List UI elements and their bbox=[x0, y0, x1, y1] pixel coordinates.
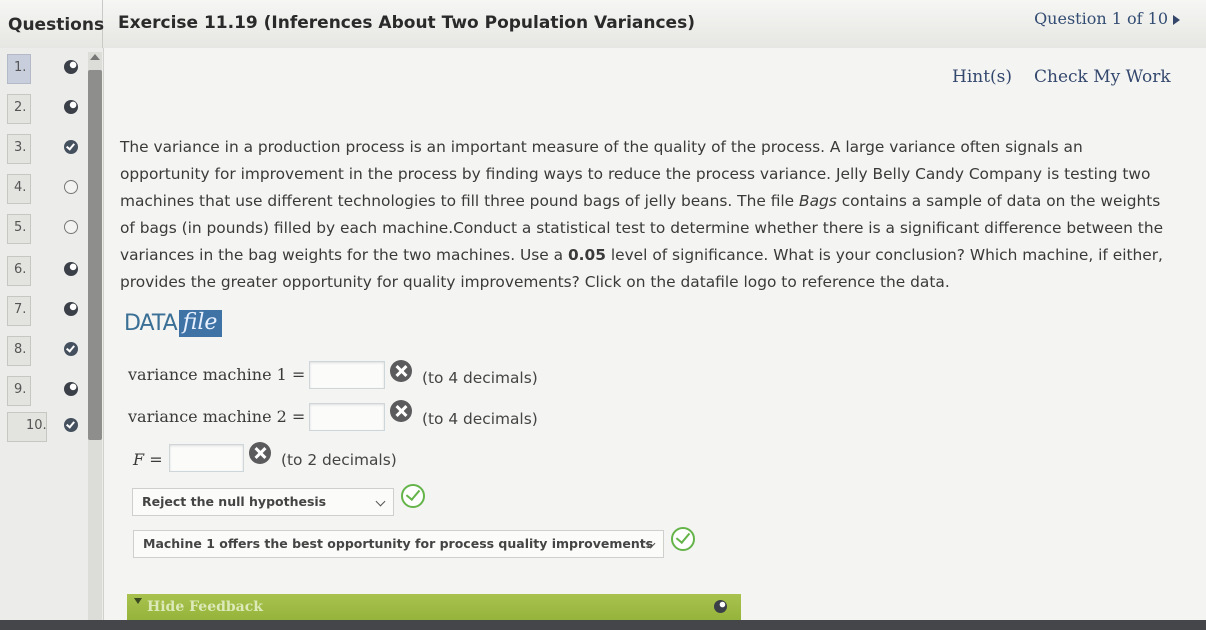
question-number: 7. bbox=[14, 302, 27, 317]
machine-select-value: Machine 1 offers the best opportunity fo… bbox=[143, 536, 654, 551]
conclusion-select[interactable]: Reject the null hypothesis bbox=[132, 488, 394, 516]
next-arrow-icon[interactable] bbox=[1173, 15, 1180, 25]
sidebar-question-item[interactable]: 3. bbox=[0, 130, 88, 170]
correct-check-icon bbox=[671, 527, 695, 551]
question-status-icon bbox=[64, 180, 78, 194]
variance-machine-2-label: variance machine 2 = bbox=[128, 407, 306, 426]
question-status-icon bbox=[64, 342, 78, 356]
sidebar-question-item[interactable]: 5. bbox=[0, 210, 88, 250]
decimals-note: (to 2 decimals) bbox=[281, 451, 397, 469]
question-number: 2. bbox=[14, 100, 27, 115]
question-number: 4. bbox=[14, 180, 27, 195]
variance-machine-2-input[interactable] bbox=[309, 403, 385, 431]
question-number: 8. bbox=[14, 342, 27, 357]
sidebar-question-item[interactable]: 9. bbox=[0, 372, 88, 412]
question-status-icon bbox=[64, 100, 78, 114]
f-symbol: F bbox=[133, 450, 145, 469]
bottom-edge bbox=[0, 620, 1206, 630]
incorrect-icon bbox=[249, 442, 271, 464]
sidebar-question-item[interactable]: 1. bbox=[0, 50, 88, 90]
sidebar-question-item[interactable]: 2. bbox=[0, 90, 88, 130]
datafile-data-label: DATA bbox=[124, 311, 178, 336]
page-title: Exercise 11.19 (Inferences About Two Pop… bbox=[118, 13, 695, 33]
question-number: 9. bbox=[14, 382, 27, 397]
question-status-icon bbox=[64, 302, 78, 316]
check-my-work-link[interactable]: Check My Work bbox=[1034, 67, 1171, 87]
f-input[interactable] bbox=[169, 444, 244, 472]
question-number: 6. bbox=[14, 262, 27, 277]
question-nav[interactable]: Question 1 of 10 bbox=[1034, 9, 1168, 28]
question-number: 3. bbox=[14, 140, 27, 155]
sidebar-question-item[interactable]: 4. bbox=[0, 170, 88, 210]
sidebar-question-item[interactable]: 6. bbox=[0, 252, 88, 292]
question-status-icon bbox=[64, 60, 78, 74]
machine-select[interactable]: Machine 1 offers the best opportunity fo… bbox=[133, 530, 664, 558]
question-number: 1. bbox=[14, 60, 27, 75]
scrollbar-thumb[interactable] bbox=[88, 70, 102, 440]
sidebar-question-item[interactable]: 7. bbox=[0, 292, 88, 332]
question-text: The variance in a production process is … bbox=[120, 134, 1175, 296]
decimals-note: (to 4 decimals) bbox=[422, 369, 538, 387]
file-name: Bags bbox=[799, 192, 837, 210]
sidebar-question-item[interactable]: 8. bbox=[0, 332, 88, 372]
triangle-down-icon bbox=[134, 598, 142, 604]
questions-tab[interactable]: Questions bbox=[0, 0, 104, 48]
datafile-file-label: file bbox=[178, 310, 223, 337]
decimals-note: (to 4 decimals) bbox=[422, 410, 538, 428]
conclusion-select-value: Reject the null hypothesis bbox=[142, 494, 327, 509]
scroll-up-icon[interactable] bbox=[90, 54, 100, 60]
datafile-logo[interactable]: DATA file bbox=[124, 310, 223, 342]
question-status-icon bbox=[64, 382, 78, 396]
correct-check-icon bbox=[401, 484, 425, 508]
question-status-icon bbox=[64, 418, 78, 432]
significance-level: 0.05 bbox=[567, 246, 606, 264]
hint-link[interactable]: Hint(s) bbox=[952, 67, 1012, 87]
top-header: Questions Exercise 11.19 (Inferences Abo… bbox=[0, 0, 1206, 49]
question-status-icon bbox=[64, 140, 78, 154]
hide-feedback-label: Hide Feedback bbox=[147, 599, 263, 615]
question-status-icon bbox=[64, 262, 78, 276]
variance-machine-1-label: variance machine 1 = bbox=[128, 365, 306, 384]
question-number: 10. bbox=[26, 418, 47, 433]
variance-machine-1-input[interactable] bbox=[309, 361, 385, 389]
incorrect-icon bbox=[390, 400, 412, 422]
chevron-down-icon bbox=[375, 496, 386, 507]
status-icon bbox=[714, 600, 727, 613]
incorrect-icon bbox=[390, 360, 412, 382]
question-number: 5. bbox=[14, 220, 27, 235]
f-label: F = bbox=[133, 450, 163, 469]
sidebar-question-item[interactable]: 10. bbox=[0, 408, 88, 448]
hide-feedback-bar[interactable]: Hide Feedback bbox=[127, 594, 741, 620]
f-equals: = bbox=[144, 450, 163, 469]
question-status-icon bbox=[64, 220, 78, 234]
